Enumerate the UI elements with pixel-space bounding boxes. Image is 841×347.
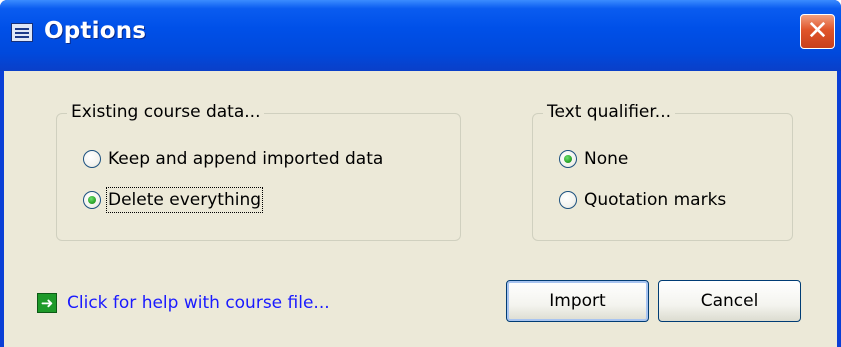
dialog-body: Existing course data... Keep and append … — [4, 71, 837, 347]
close-button[interactable]: ✕ — [800, 14, 835, 49]
title-bar[interactable]: Options ✕ — [0, 0, 841, 71]
radio-none-label: None — [584, 149, 629, 169]
radio-none-button[interactable] — [559, 150, 577, 168]
radio-delete-everything-label: Delete everything — [105, 187, 264, 213]
cancel-button-label: Cancel — [700, 291, 759, 311]
cancel-button[interactable]: Cancel — [658, 280, 801, 322]
help-link-text[interactable]: Click for help with course file... — [67, 292, 330, 314]
radio-quotation-marks-label: Quotation marks — [584, 190, 727, 210]
radio-quotation-marks-button[interactable] — [559, 191, 577, 209]
radio-keep-append-button[interactable] — [83, 150, 101, 168]
close-icon: ✕ — [806, 16, 829, 46]
text-qualifier-group: Text qualifier... None Quotation marks — [532, 102, 793, 241]
window-title: Options — [44, 18, 147, 44]
options-dialog: Options ✕ Existing course data... Keep a… — [0, 0, 841, 347]
dialog-app-icon — [11, 23, 33, 42]
radio-keep-append-label: Keep and append imported data — [108, 149, 384, 169]
course-data-group-label: Existing course data... — [67, 102, 265, 122]
green-arrow-icon: ➜ — [37, 293, 57, 313]
text-qualifier-group-label: Text qualifier... — [543, 102, 676, 122]
import-button-label: Import — [549, 291, 606, 311]
course-data-group: Existing course data... Keep and append … — [56, 102, 461, 241]
import-button[interactable]: Import — [506, 280, 649, 322]
radio-delete-everything-button[interactable] — [83, 191, 101, 209]
